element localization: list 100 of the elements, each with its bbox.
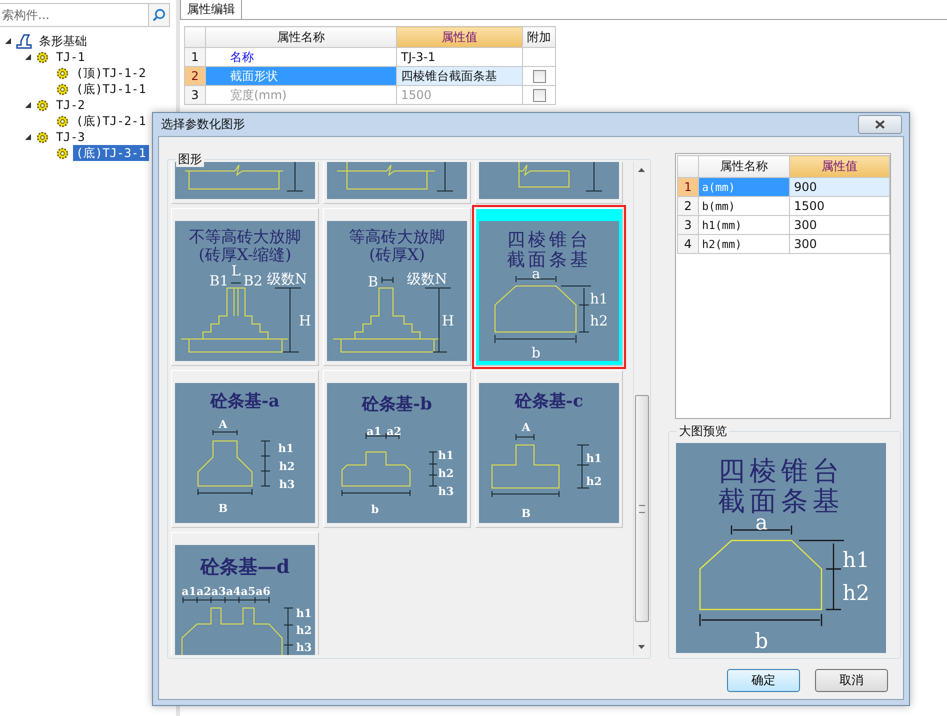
dimension-label: B1 bbox=[209, 274, 229, 290]
section-outline bbox=[518, 162, 570, 188]
expanded-arrow-icon[interactable] bbox=[24, 133, 32, 141]
dimension-lines-drawing bbox=[586, 162, 602, 192]
expanded-arrow-icon[interactable] bbox=[4, 37, 12, 45]
column-header: 属性名称 bbox=[698, 156, 790, 178]
table-cell: 1500 bbox=[396, 86, 522, 104]
gear-icon bbox=[36, 50, 49, 64]
building-icon bbox=[16, 33, 32, 49]
shape-card[interactable]: 砼条基-a A h1 h2 h3 B bbox=[171, 370, 319, 528]
row-number: 1 bbox=[184, 48, 206, 66]
tree-item[interactable]: TJ-2 bbox=[53, 97, 88, 113]
diagram-title: 砼条基—d bbox=[200, 556, 290, 578]
shape-card[interactable]: 砼条基-c A h1 h2 B bbox=[475, 370, 623, 528]
tree-item[interactable]: 条形基础 bbox=[36, 33, 90, 49]
table-cell: 1500 bbox=[790, 196, 890, 216]
dimension-label: b bbox=[532, 346, 540, 361]
dimension-label: 级数N bbox=[266, 272, 308, 288]
tree-item[interactable]: (底)TJ-2-1 bbox=[73, 113, 149, 129]
diagram-title: 不等高砖大放脚 bbox=[189, 227, 301, 246]
gear-icon bbox=[36, 130, 49, 144]
dimension-label: h3 bbox=[438, 484, 454, 498]
group-label: 图形 bbox=[176, 151, 204, 167]
dimension-label: h1 bbox=[586, 452, 602, 465]
shape-card[interactable]: 四棱锥台 截面条基 a h1 h2 b bbox=[475, 208, 623, 366]
diagram-title: 砼条基-c bbox=[514, 391, 584, 412]
section-outline bbox=[492, 444, 560, 488]
dimension-label: h1 bbox=[590, 292, 608, 308]
tree-item[interactable]: TJ-3 bbox=[53, 129, 88, 145]
dimension-label: b bbox=[371, 502, 379, 516]
close-icon bbox=[875, 120, 885, 129]
row-number: 2 bbox=[678, 196, 698, 216]
tree-item[interactable]: (顶)TJ-1-2 bbox=[73, 65, 149, 81]
dimension-label: h1 bbox=[278, 442, 294, 455]
diagram-title: 等高砖大放脚 bbox=[349, 227, 445, 246]
shape-card[interactable]: 砼条基-b a1 a2 h1 h2 h3 b bbox=[323, 370, 471, 528]
shape-card[interactable]: 砼条基—d a1a2a3a4a5a6 h1 h2 h3 bbox=[171, 532, 319, 655]
tree-item[interactable]: TJ-1 bbox=[53, 49, 88, 65]
dialog-button[interactable]: 取消 bbox=[815, 669, 888, 692]
dimension-label: H bbox=[442, 314, 454, 330]
gear-icon bbox=[36, 98, 49, 112]
table-cell: h1(mm) bbox=[698, 216, 790, 234]
dimension-lines-drawing bbox=[286, 162, 304, 192]
diagram-title: 四棱锥台 bbox=[718, 456, 844, 488]
dimension-label: h2 bbox=[279, 460, 295, 473]
dimension-label: A bbox=[218, 418, 228, 431]
close-button[interactable] bbox=[858, 115, 902, 134]
dimension-label: B bbox=[521, 506, 531, 520]
table-cell: a(mm) bbox=[698, 178, 790, 196]
dimension-label: H bbox=[298, 314, 312, 330]
diagram-title: 四棱锥台 bbox=[507, 230, 591, 251]
table-cell: 300 bbox=[790, 234, 890, 254]
column-header: 属性值 bbox=[790, 156, 890, 178]
dimension-label: h2 bbox=[438, 466, 454, 480]
row-number: 3 bbox=[678, 216, 698, 234]
expanded-arrow-icon[interactable] bbox=[24, 101, 32, 109]
scroll-thumb[interactable] bbox=[634, 395, 648, 622]
column-header: 附加 bbox=[522, 26, 556, 48]
gear-icon bbox=[56, 66, 69, 80]
dimension-label: L bbox=[231, 264, 241, 280]
row-number: 2 bbox=[184, 66, 206, 86]
up-arrow-icon[interactable] bbox=[638, 168, 645, 172]
window-title: 选择参数化图形 bbox=[160, 116, 245, 133]
dimension-label: h2 bbox=[590, 314, 608, 330]
section-outline bbox=[342, 452, 410, 486]
diagram-title: 砼条基-a bbox=[210, 391, 280, 412]
table-cell: 截面形状 bbox=[206, 66, 396, 86]
table-cell: 宽度(mm) bbox=[206, 86, 396, 104]
column-header: 属性名称 bbox=[206, 26, 396, 48]
diagram-title: (砖厚X) bbox=[369, 245, 425, 264]
tree-item[interactable]: (底)TJ-1-1 bbox=[73, 81, 149, 97]
section-outline bbox=[198, 440, 252, 486]
row-number: 4 bbox=[678, 234, 698, 254]
dimension-label: a1 bbox=[366, 424, 382, 438]
table-cell: h2(mm) bbox=[698, 234, 790, 254]
search-field[interactable]: 索构件... bbox=[0, 3, 148, 27]
tree-item[interactable]: (底)TJ-3-1 bbox=[73, 145, 149, 161]
search-button[interactable] bbox=[148, 3, 170, 27]
down-arrow-icon[interactable] bbox=[638, 645, 645, 649]
gear-icon bbox=[56, 114, 69, 128]
dimension-label: h2 bbox=[296, 624, 312, 637]
tab[interactable]: 属性编辑 bbox=[180, 0, 242, 19]
shape-card[interactable]: 不等高砖大放脚 (砖厚X-缩缝) B1 L B2 级数N H bbox=[171, 208, 319, 366]
row-number: 1 bbox=[678, 178, 698, 196]
checkbox[interactable] bbox=[532, 70, 546, 84]
expanded-arrow-icon[interactable] bbox=[24, 53, 32, 61]
dimension-label: B bbox=[368, 274, 378, 291]
shape-card[interactable]: 等高砖大放脚 (砖厚X) B 级数N H bbox=[323, 208, 471, 366]
dialog-button[interactable]: 确定 bbox=[727, 669, 800, 692]
dimension-label: B2 bbox=[243, 274, 263, 290]
search-icon bbox=[152, 8, 166, 22]
dimension-label: B bbox=[218, 502, 228, 515]
gear-icon bbox=[56, 82, 69, 96]
gear-icon bbox=[56, 146, 69, 160]
dimension-label: h1 bbox=[438, 448, 454, 462]
dimension-label: h3 bbox=[296, 640, 312, 654]
dimension-lines-drawing bbox=[436, 162, 454, 192]
dimension-label: b bbox=[754, 628, 768, 653]
scrollbar[interactable] bbox=[633, 162, 649, 655]
dimension-label: h1 bbox=[296, 606, 312, 620]
